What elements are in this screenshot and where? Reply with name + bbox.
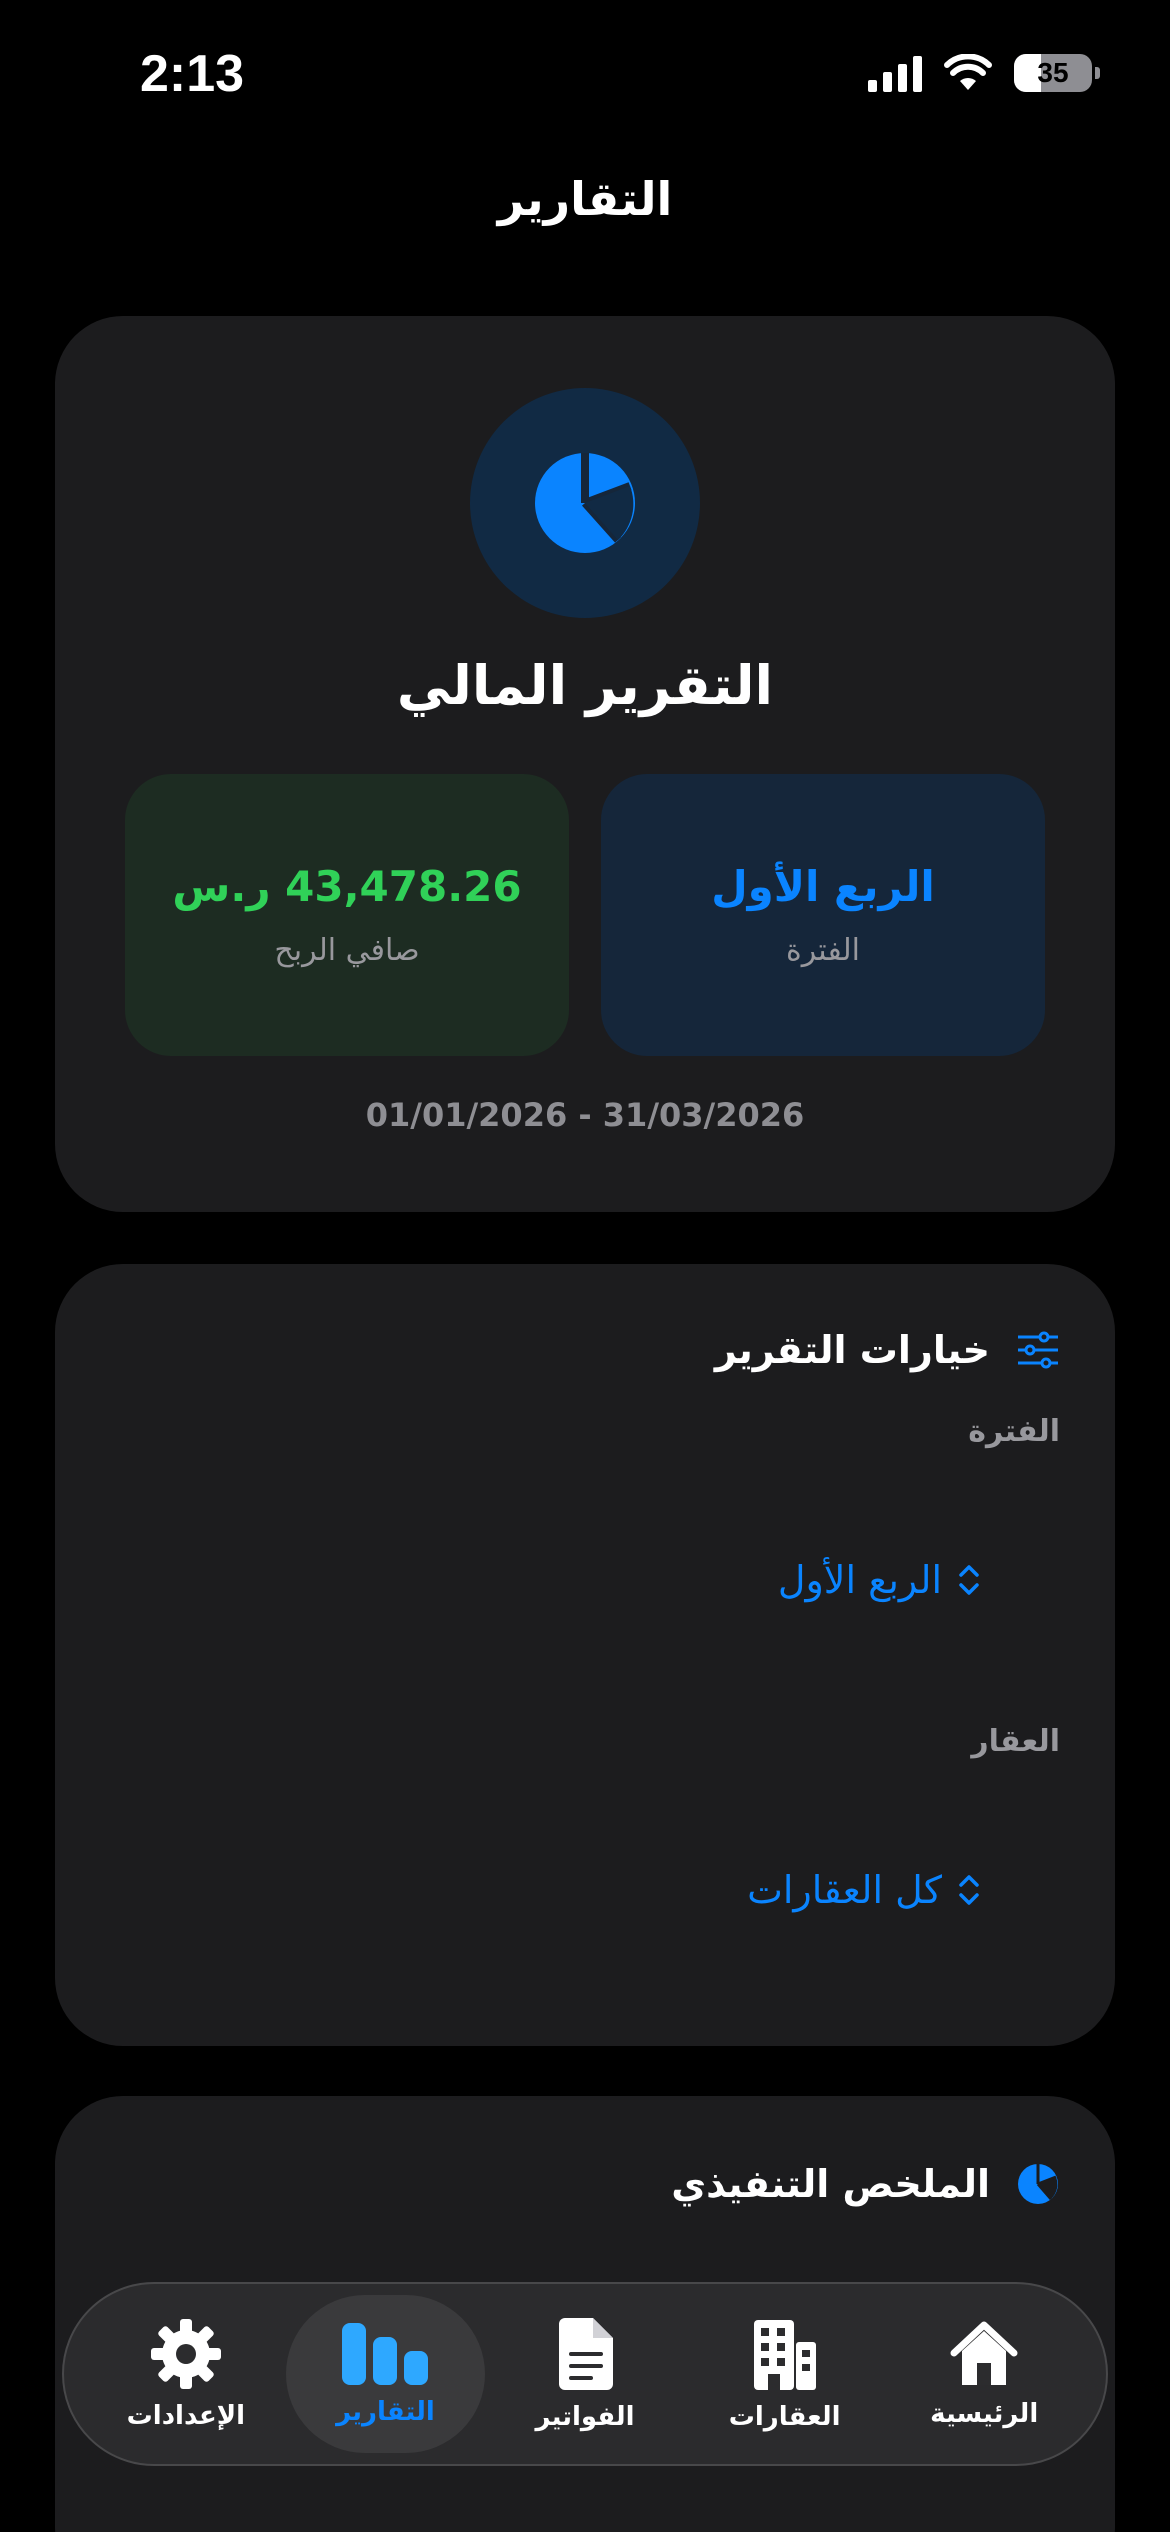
executive-summary-header: الملخص التنفيذي	[671, 2162, 1060, 2206]
battery-icon: 35	[1014, 54, 1100, 92]
net-profit-stat-box: 43,478.26 ر.س صافي الربح	[125, 774, 569, 1056]
net-profit-value: 43,478.26 ر.س	[172, 862, 522, 911]
chevron-up-down-icon	[959, 1565, 979, 1595]
house-icon	[950, 2321, 1018, 2385]
battery-level: 35	[1037, 57, 1069, 88]
tab-properties[interactable]: العقارات	[685, 2295, 885, 2453]
page-title: التقارير	[497, 172, 673, 226]
tab-home[interactable]: الرئيسية	[884, 2295, 1084, 2453]
tab-properties-label: العقارات	[728, 2402, 841, 2432]
date-range: 01/01/2026 - 31/03/2026	[365, 1096, 805, 1134]
bar-chart-icon	[342, 2323, 429, 2385]
report-icon-circle	[470, 388, 700, 618]
period-value: الربع الأول	[711, 862, 935, 911]
status-icons: 35	[868, 54, 1100, 92]
chevron-up-down-icon	[959, 1875, 979, 1905]
property-picker-value: كل العقارات	[747, 1868, 942, 1912]
period-picker-value: الربع الأول	[777, 1558, 942, 1602]
tab-settings[interactable]: الإعدادات	[86, 2295, 286, 2453]
tab-reports[interactable]: التقارير	[285, 2295, 486, 2453]
property-field-label: العقار	[971, 1724, 1060, 1759]
tab-home-label: الرئيسية	[930, 2399, 1039, 2429]
wifi-icon	[944, 54, 992, 90]
period-field-label: الفترة	[968, 1414, 1060, 1449]
report-options-title: خيارات التقرير	[714, 1328, 990, 1372]
gear-icon	[150, 2319, 221, 2389]
status-time: 2:13	[140, 45, 245, 103]
pie-chart-icon	[535, 453, 635, 553]
document-icon	[559, 2318, 614, 2390]
period-picker[interactable]: الربع الأول	[778, 1558, 980, 1602]
tab-bar: الرئيسية العقارات الفواتير التقارير الإع…	[62, 2282, 1108, 2466]
pie-chart-icon	[1018, 2164, 1058, 2204]
tab-invoices[interactable]: الفواتير	[485, 2295, 685, 2453]
period-stat-box: الربع الأول الفترة	[601, 774, 1045, 1056]
report-options-header: خيارات التقرير	[715, 1328, 1060, 1372]
tab-invoices-label: الفواتير	[535, 2402, 635, 2432]
report-options-card: خيارات التقرير الفترة الربع الأول العقار…	[55, 1264, 1115, 2046]
net-profit-label: صافي الربح	[274, 933, 420, 968]
financial-report-card: التقرير المالي الربع الأول الفترة 43,478…	[55, 316, 1115, 1212]
status-bar: 2:13 35	[0, 0, 1170, 150]
tab-reports-label: التقارير	[336, 2397, 435, 2427]
building-icon	[753, 2320, 816, 2390]
report-title: التقرير المالي	[396, 654, 774, 717]
sliders-icon	[1018, 1331, 1058, 1369]
property-picker[interactable]: كل العقارات	[747, 1868, 980, 1912]
tab-settings-label: الإعدادات	[126, 2401, 246, 2431]
executive-summary-title: الملخص التنفيذي	[671, 2162, 990, 2206]
cellular-signal-icon	[868, 54, 922, 92]
period-label: الفترة	[786, 933, 860, 968]
